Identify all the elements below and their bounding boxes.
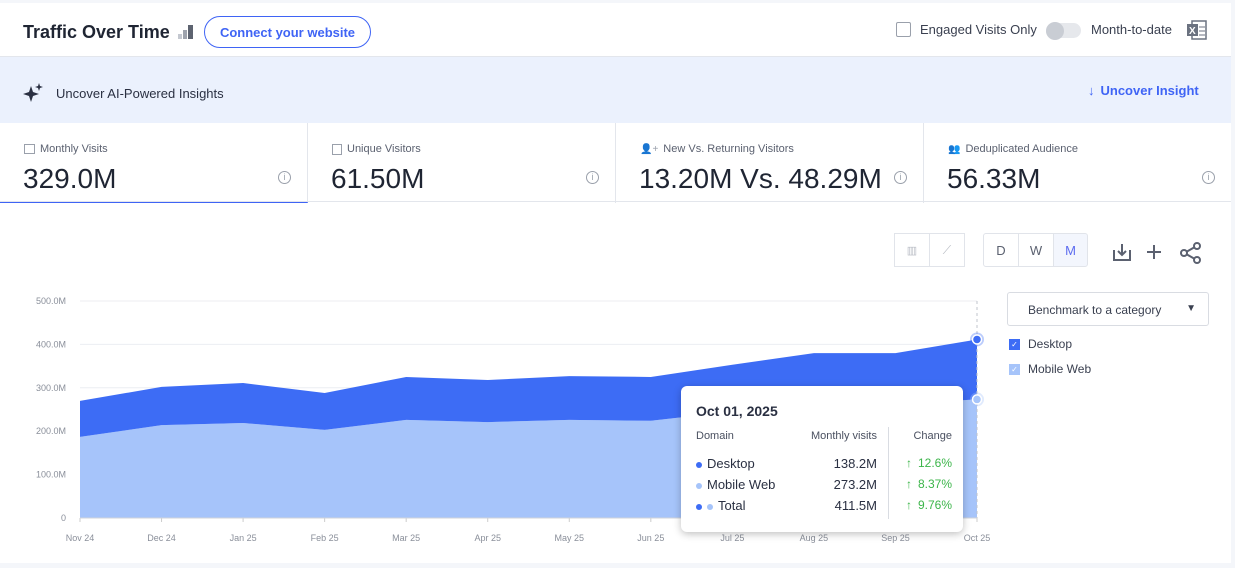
download-icon[interactable] <box>1112 242 1132 262</box>
granularity-month-button[interactable]: M <box>1053 233 1088 267</box>
series-dot-icon <box>707 503 713 510</box>
tooltip-row: Desktop <box>696 456 755 471</box>
tooltip-date: Oct 01, 2025 <box>696 403 778 419</box>
checkbox-checked-icon: ✓ <box>1009 363 1020 375</box>
x-tick-label: Dec 24 <box>147 533 176 543</box>
share-icon[interactable] <box>1180 242 1202 264</box>
x-tick-label: Aug 25 <box>800 533 829 543</box>
y-tick-label: 200.0M <box>36 426 66 436</box>
x-tick-label: Jun 25 <box>637 533 664 543</box>
tooltip-divider <box>888 427 889 519</box>
y-tick-label: 300.0M <box>36 383 66 393</box>
tooltip-row-change: ↑ 12.6% <box>906 456 952 470</box>
series-dot-icon <box>696 461 702 468</box>
tooltip-row-visits: 411.5M <box>834 498 877 513</box>
x-tick-label: Feb 25 <box>311 533 339 543</box>
y-tick-label: 0 <box>61 513 66 523</box>
tooltip-row-visits: 273.2M <box>833 477 877 492</box>
x-tick-label: Jan 25 <box>230 533 257 543</box>
benchmark-label: Benchmark to a category <box>1028 303 1162 317</box>
info-icon[interactable]: i <box>1202 171 1215 184</box>
tooltip-row-name: Desktop <box>707 456 755 471</box>
checkbox-checked-icon: ✓ <box>1009 338 1020 350</box>
svg-text:X: X <box>1189 26 1196 37</box>
tooltip-row: Total <box>696 498 745 513</box>
month-to-date-toggle[interactable] <box>1046 21 1081 40</box>
x-tick-label: Apr 25 <box>474 533 501 543</box>
chart-tooltip: Oct 01, 2025 Domain Monthly visits Chang… <box>681 386 963 532</box>
x-tick-label: Sep 25 <box>881 533 910 543</box>
legend-label: Desktop <box>1028 337 1073 351</box>
arrow-up-icon: ↑ <box>905 456 912 470</box>
tooltip-col-domain: Domain <box>696 430 734 442</box>
x-tick-label: Oct 25 <box>964 533 991 543</box>
tooltip-row-visits: 138.2M <box>833 456 877 471</box>
uncover-insight-label: Uncover Insight <box>1100 83 1199 98</box>
change-value: 8.37% <box>917 477 952 491</box>
change-value: 12.6% <box>917 456 952 470</box>
traffic-card: Traffic Over Time Connect your website E… <box>0 3 1231 563</box>
change-value: 9.76% <box>917 498 952 512</box>
tooltip-row-change: ↑ 9.76% <box>906 498 952 512</box>
series-dot-icon <box>696 503 702 510</box>
y-tick-label: 400.0M <box>36 339 66 349</box>
tooltip-row-name: Mobile Web <box>707 477 776 492</box>
series-dot-icon <box>696 482 702 489</box>
tooltip-col-change: Change <box>913 430 952 442</box>
tooltip-row: Mobile Web <box>696 477 775 492</box>
excel-icon[interactable]: X <box>1186 19 1208 41</box>
hover-marker <box>971 394 983 405</box>
legend-desktop[interactable]: ✓ Desktop <box>1009 337 1072 351</box>
y-tick-label: 100.0M <box>36 470 66 480</box>
benchmark-dropdown[interactable]: Benchmark to a category ▼ <box>1007 292 1209 326</box>
tooltip-row-change: ↑ 8.37% <box>906 477 952 491</box>
hover-marker <box>971 334 983 345</box>
add-icon[interactable] <box>1146 244 1162 260</box>
granularity-week-button[interactable]: W <box>1018 233 1054 267</box>
arrow-down-icon: ↓ <box>1088 83 1095 98</box>
legend-label: Mobile Web <box>1028 362 1092 376</box>
x-tick-label: Nov 24 <box>66 533 95 543</box>
y-tick-label: 500.0M <box>36 296 66 306</box>
x-tick-label: May 25 <box>555 533 585 543</box>
month-to-date-label: Month-to-date <box>1091 22 1172 37</box>
arrow-up-icon: ↑ <box>905 477 912 491</box>
legend-mobile-web[interactable]: ✓ Mobile Web <box>1009 362 1091 376</box>
caret-down-icon: ▼ <box>1186 303 1196 314</box>
x-tick-label: Mar 25 <box>392 533 420 543</box>
arrow-up-icon: ↑ <box>905 498 912 512</box>
x-tick-label: Jul 25 <box>720 533 744 543</box>
tooltip-col-visits: Monthly visits <box>810 430 877 442</box>
tooltip-row-name: Total <box>718 498 746 513</box>
uncover-insight-button[interactable]: ↓ Uncover Insight <box>1088 83 1199 98</box>
